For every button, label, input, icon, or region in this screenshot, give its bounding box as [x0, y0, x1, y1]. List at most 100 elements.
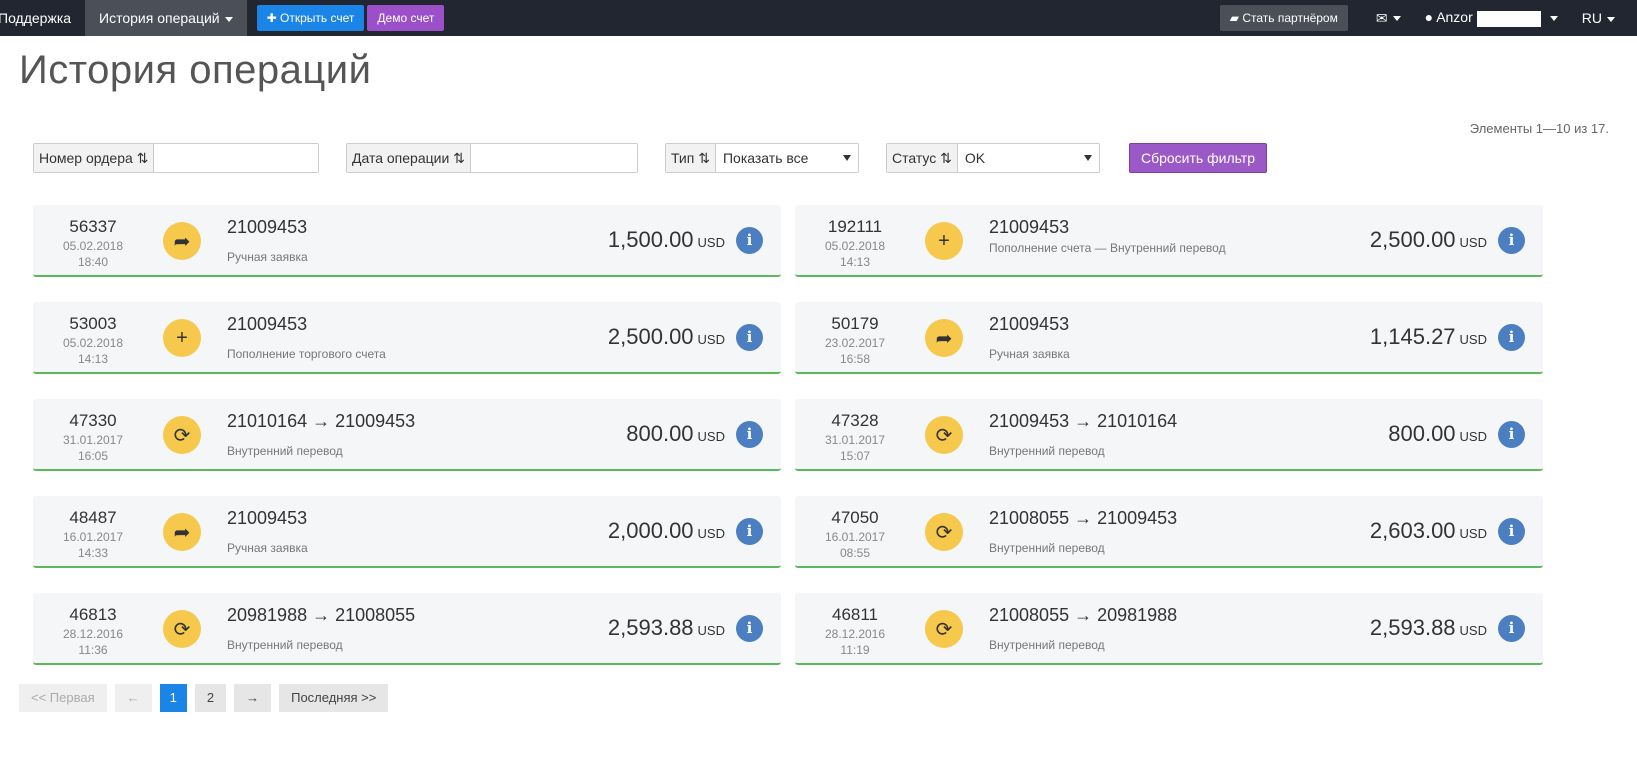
order-number-label: Номер ордера [39, 150, 133, 166]
last-page-button[interactable]: Последняя >> [279, 684, 389, 712]
operation-account: 21009453 [227, 217, 308, 237]
operation-date: 31.01.2017 [824, 433, 886, 447]
refresh-icon: ⟳ [925, 610, 963, 648]
date-input[interactable] [470, 144, 637, 172]
info-icon[interactable]: i [1498, 421, 1525, 448]
operation-id: 47330 [69, 411, 117, 430]
operation-amount: 2,000.00 USD [608, 518, 725, 544]
page-2-button[interactable]: 2 [194, 684, 227, 712]
operation-amount: 2,593.88 USD [608, 615, 725, 641]
sort-icon: ⇅ [136, 150, 149, 166]
status-select[interactable]: OK [958, 144, 1099, 172]
type-sort[interactable]: Тип ⇅ [666, 144, 716, 172]
operation-card[interactable]: 47330 31.01.2017 16:05 ⟳ 21010164 → 21009453… [33, 399, 781, 471]
operation-card[interactable]: 50179 23.02.2017 16:58 ➦ 21009453 Ручная заяв… [795, 302, 1543, 374]
operation-id: 53003 [69, 314, 117, 333]
nav-support-link[interactable]: Поддержка [0, 0, 85, 36]
operation-card[interactable]: 192111 05.02.2018 14:13 +21009453 Пополнение… [795, 205, 1543, 277]
info-icon[interactable]: i [736, 227, 763, 254]
language-dropdown[interactable]: RU [1570, 10, 1637, 26]
operation-id: 46811 [831, 605, 878, 624]
operation-time: 14:33 [77, 546, 109, 560]
operation-amount: 1,145.27 USD [1370, 324, 1487, 350]
sort-icon: ⇅ [940, 150, 952, 166]
amount-value: 2,500.00 [1369, 227, 1456, 252]
demo-account-button[interactable]: Демо счет [367, 5, 445, 31]
operation-card[interactable]: 47328 31.01.2017 15:07 ⟳ 21009453 → 21010164… [795, 399, 1543, 471]
info-icon[interactable]: i [1498, 324, 1525, 351]
nav-history-dropdown[interactable]: История операций [85, 0, 247, 36]
chevron-down-icon [224, 16, 233, 22]
amount-currency: USD [697, 429, 725, 444]
operation-id: 192111 [827, 217, 883, 236]
info-icon[interactable]: i [1498, 227, 1525, 254]
operation-card[interactable]: 46811 28.12.2016 11:19 ⟳ 21008055 → 20981988… [795, 593, 1543, 665]
page-1-button[interactable]: 1 [159, 684, 187, 712]
type-select[interactable]: Показать все [716, 144, 858, 172]
open-account-button[interactable]: ✚ Открыть счет [256, 5, 365, 31]
operation-description: Внутренний перевод [227, 638, 343, 652]
become-partner-button[interactable]: ▰ Стать партнёром [1219, 5, 1348, 31]
info-icon[interactable]: i [1498, 518, 1525, 545]
operation-card[interactable]: 56337 05.02.2018 18:40 ➦ 21009453 Ручная заяв… [33, 205, 781, 277]
messages-dropdown[interactable]: ✉ [1364, 10, 1413, 27]
status-sort[interactable]: Статус ⇅ [887, 144, 958, 172]
order-number-filter: Номер ордера ⇅ [33, 143, 319, 173]
operation-id: 50179 [831, 314, 879, 333]
operation-card[interactable]: 47050 16.01.2017 08:55 ⟳ 21008055 → 21009453… [795, 496, 1543, 568]
date-label: Дата операции [352, 150, 450, 166]
next-page-button[interactable]: → [234, 684, 272, 712]
info-icon[interactable]: i [1498, 615, 1525, 642]
operation-description: Внутренний перевод [989, 444, 1105, 458]
amount-currency: USD [697, 526, 725, 541]
filter-bar: Номер ордера ⇅ Дата операции ⇅ Тип ⇅ Пок… [33, 143, 1333, 173]
operation-date: 05.02.2018 [62, 239, 124, 253]
operation-amount: 800.00 USD [626, 421, 725, 447]
elements-count: Элементы 1—10 из 17. [1469, 121, 1609, 136]
info-icon[interactable]: i [736, 518, 763, 545]
become-partner-label: Стать партнёром [1242, 11, 1338, 25]
operation-card[interactable]: 53003 05.02.2018 14:13 +21009453 Пополнение … [33, 302, 781, 374]
amount-currency: USD [697, 235, 725, 250]
order-number-input[interactable] [154, 144, 318, 172]
amount-value: 2,000.00 [607, 518, 694, 543]
order-number-sort[interactable]: Номер ордера ⇅ [34, 144, 155, 172]
operation-card[interactable]: 46813 28.12.2016 11:36 ⟳ 20981988 → 21008055… [33, 593, 781, 665]
operation-time: 11:36 [78, 643, 108, 657]
top-navbar: Поддержка История операций ✚ Открыть сче… [0, 0, 1637, 36]
amount-value: 1,500.00 [607, 227, 694, 252]
plus-icon: ✚ [266, 11, 277, 25]
operation-date: 28.12.2016 [824, 627, 886, 641]
amount-currency: USD [1459, 332, 1487, 347]
amount-currency: USD [1459, 235, 1487, 250]
operation-description: Внутренний перевод [989, 541, 1105, 555]
plus-icon: + [925, 222, 963, 260]
reset-filter-button[interactable]: Сбросить фильтр [1129, 143, 1267, 173]
prev-page-button[interactable]: ← [114, 684, 152, 712]
first-page-button[interactable]: << Первая [19, 684, 107, 712]
amount-value: 2,593.88 [607, 615, 694, 640]
operation-account: 21009453 → 21010164 [989, 411, 1178, 431]
amount-value: 800.00 [626, 421, 694, 446]
info-icon[interactable]: i [736, 421, 763, 448]
operation-card[interactable]: 48487 16.01.2017 14:33 ➦ 21009453 Ручная заяв… [33, 496, 781, 568]
share-arrow-icon: ➦ [925, 319, 963, 357]
operation-amount: 1,500.00 USD [608, 227, 725, 253]
info-icon[interactable]: i [736, 615, 763, 642]
refresh-icon: ⟳ [163, 610, 201, 648]
operation-date: 05.02.2018 [824, 239, 886, 253]
operation-date: 16.01.2017 [824, 530, 886, 544]
operation-date: 05.02.2018 [62, 336, 124, 350]
operation-account: 21009453 [227, 508, 308, 528]
operation-date: 16.01.2017 [62, 530, 124, 544]
date-sort[interactable]: Дата операции ⇅ [347, 144, 471, 172]
operation-amount: 2,500.00 USD [608, 324, 725, 350]
briefcase-icon: ▰ [1229, 11, 1240, 25]
share-arrow-icon: ➦ [163, 513, 201, 551]
info-icon[interactable]: i [736, 324, 763, 351]
user-dropdown[interactable]: ● Anzor [1413, 9, 1570, 27]
operation-date: 28.12.2016 [62, 627, 124, 641]
operation-amount: 2,500.00 USD [1370, 227, 1487, 253]
refresh-icon: ⟳ [925, 513, 963, 551]
operation-description: Пополнение торгового счета [227, 347, 386, 361]
